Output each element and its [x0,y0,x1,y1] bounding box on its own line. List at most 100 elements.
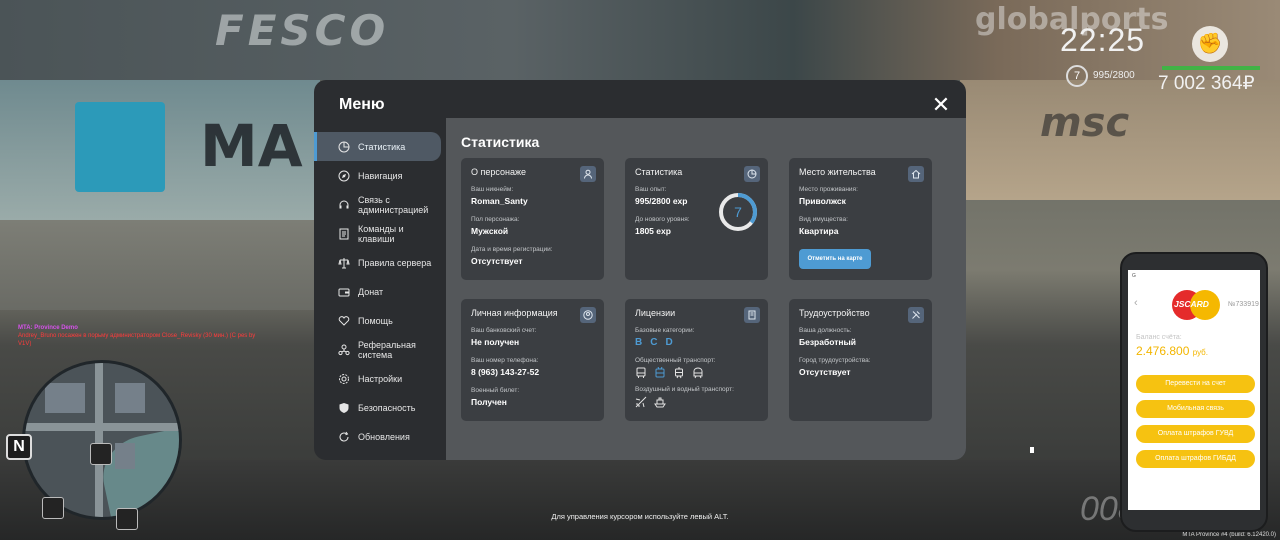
position-label: Ваша должность: [799,327,852,334]
house-icon [908,166,924,182]
balance-label: Баланс счёта: [1136,334,1182,341]
card-title: Лицензии [635,308,676,318]
menu-window: Меню ✕ Статистика Навигация Связь с адми… [314,80,966,460]
job-city-label: Город трудоустройства: [799,357,871,364]
place-value: Приволжск [799,196,846,206]
card-character: О персонаже Ваш никнейм: Roman_Santy Пол… [461,158,604,280]
chat-box: MTA: Province Demo Andrey_Bruno посажен … [18,324,258,348]
scales-icon [338,257,350,268]
nav-label: Навигация [358,170,403,181]
card-residence: Место жительства Место проживания: Приво… [789,158,932,280]
balance-value: 2.476.800 руб. [1136,344,1208,358]
minimap-building [45,383,85,413]
nav-label: Связь с администрацией [358,194,429,215]
cursor-hint: Для управления курсором используйте левы… [551,512,729,521]
air-water-transport-label: Воздушный и водный транспорт: [635,386,734,393]
transfer-button[interactable]: Перевести на счет [1136,375,1255,393]
license-category-c: C [650,337,658,348]
gender-label: Пол персонажа: [471,216,520,223]
nick-value: Roman_Santy [471,196,528,206]
close-icon[interactable]: ✕ [930,94,952,116]
card-title: Личная информация [471,308,558,318]
nav-item-navigation[interactable]: Навигация [314,161,441,190]
document-license-icon [744,307,760,323]
nav-item-commands[interactable]: Команды и клавиши [314,219,441,248]
boat-icon [654,397,666,408]
hud-money: 7 002 364₽ [1158,73,1255,94]
hud-exp: 995/2800 [1093,70,1135,81]
wallet-icon [338,288,350,296]
pay-guvd-fines-button[interactable]: Оплата штрафов ГУВД [1136,425,1255,443]
gender-value: Мужской [471,226,509,236]
menu-title: Меню [339,96,385,113]
card-title: Статистика [635,167,683,177]
nav-label: Статистика [358,141,406,152]
registration-label: Дата и время регистрации: [471,246,553,253]
hud-health-bar [1162,66,1260,70]
shield-icon [339,402,349,413]
headset-icon [339,200,349,208]
phone-label: Ваш номер телефона: [471,357,539,364]
hud-level-badge: 7 [1066,65,1088,87]
job-city-value: Отсутствует [799,367,851,377]
compass-icon [338,170,350,181]
bank-value: Не получен [471,337,520,347]
mouse-cursor-icon [1030,447,1034,453]
content-title: Статистика [461,134,540,150]
nav-label: Правила сервера [358,257,432,268]
fesco-container-text: FESCO [215,6,390,55]
phone-device: G ‹ JSCARD №733919 Баланс счёта: 2.476.8… [1120,252,1268,532]
nav-item-admin-contact[interactable]: Связь с администрацией [314,190,441,219]
nav-item-settings[interactable]: Настройки [314,364,441,393]
nav-item-rules[interactable]: Правила сервера [314,248,441,277]
nav-label: Донат [358,286,384,297]
minimap-building [115,383,145,413]
basic-categories-label: Базовые категории: [635,327,695,334]
nav-item-referral[interactable]: Реферальная система [314,335,441,364]
nav-item-security[interactable]: Безопасность [314,393,441,422]
maersk-container-text: MA [200,112,303,180]
minimap-building [115,443,135,469]
pay-gibdd-fines-button[interactable]: Оплата штрафов ГИБДД [1136,450,1255,468]
public-transport-label: Общественный транспорт: [635,357,716,364]
card-title: Место жительства [799,167,876,177]
nav-label: Безопасность [358,402,416,413]
gear-icon [339,373,349,384]
menu-sidebar: Статистика Навигация Связь с администрац… [314,132,446,451]
property-label: Вид имущества: [799,216,848,223]
card-title: Трудоустройство [799,308,870,318]
card-stats: Статистика Ваш опыт: 995/2800 exp До нов… [625,158,768,280]
msc-container-text: msc [1040,100,1130,146]
referral-icon [338,344,350,355]
military-label: Военный билет: [471,387,520,394]
balance-amount: 2.476.800 [1136,344,1190,358]
mobile-connection-button[interactable]: Мобильная связь [1136,400,1255,418]
minimap-road [95,363,103,517]
military-value: Получен [471,397,507,407]
minimap-road [25,423,179,431]
air-water-transport-icons [635,396,758,408]
train-icon [693,367,703,379]
nav-label: Настройки [358,373,403,384]
minimap-person-icon [90,443,112,465]
mark-on-map-button[interactable]: Отметить на карте [799,249,871,269]
tools-icon [908,307,924,323]
nav-item-statistics[interactable]: Статистика [314,132,441,161]
nav-item-updates[interactable]: Обновления [314,422,441,451]
phone-status-bar: G [1132,273,1136,279]
phone-screen: G ‹ JSCARD №733919 Баланс счёта: 2.476.8… [1128,270,1260,510]
tram-icon [675,367,683,379]
plane-icon [635,396,647,408]
back-arrow-icon[interactable]: ‹ [1134,297,1138,309]
nav-item-help[interactable]: Помощь [314,306,441,335]
bus-icon [636,367,646,378]
card-employment: Трудоустройство Ваша должность: Безработ… [789,299,932,421]
fist-icon: ✊ [1192,26,1228,62]
trolleybus-icon [655,367,665,378]
license-category-d: D [665,337,673,348]
user-icon [580,166,596,182]
nav-item-donate[interactable]: Донат [314,277,441,306]
build-info: MTA Province #4 (build: 6.12420.0) [1182,532,1276,538]
pie-chart-icon [338,141,350,152]
hud-clock: 22:25 [1060,22,1146,58]
